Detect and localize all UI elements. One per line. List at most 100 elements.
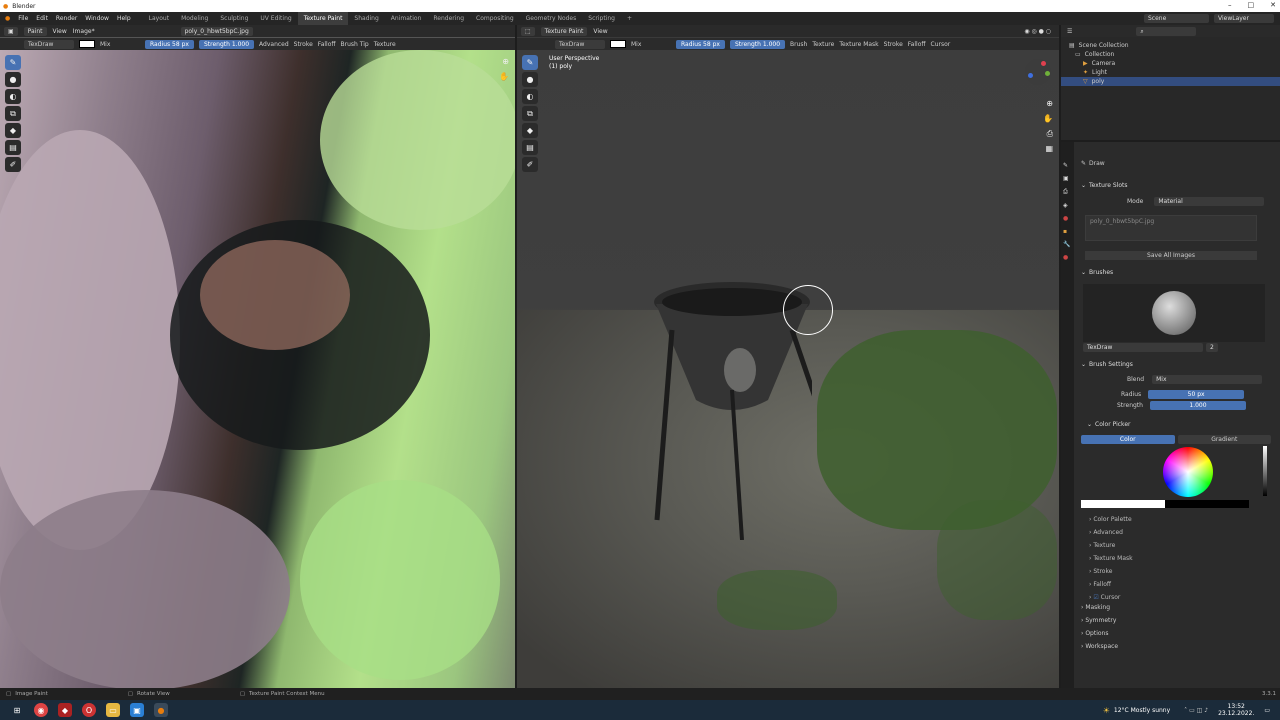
outliner-item-camera[interactable]: ▶ Camera	[1061, 59, 1280, 68]
blender-menu-icon[interactable]: ●	[5, 15, 10, 22]
texture-slot-list[interactable]: poly_0_hbwt5bpC.jpg	[1085, 215, 1257, 241]
material-tab-icon[interactable]: ●	[1063, 254, 1074, 261]
image-name-field[interactable]: poly_0_hbwt5bpC.jpg	[180, 26, 253, 36]
image-mode-dropdown[interactable]: Paint	[23, 26, 47, 36]
soften-tool-icon[interactable]: ●	[5, 72, 21, 87]
blend-dropdown[interactable]: Mix	[1152, 375, 1263, 384]
left-strength-slider[interactable]: Strength 1.000	[198, 39, 255, 49]
value-slider[interactable]	[1263, 446, 1267, 496]
subpanel-texture-mask[interactable]: › Texture Mask	[1089, 555, 1133, 562]
outliner-scene-collection[interactable]: ▤ Scene Collection	[1061, 41, 1280, 50]
subpanel-color-palette[interactable]: › Color Palette	[1089, 516, 1132, 523]
tab-geometry-nodes[interactable]: Geometry Nodes	[520, 12, 583, 25]
tool-tab-icon[interactable]: ✎	[1063, 162, 1074, 169]
brush-users-count[interactable]: 2	[1206, 343, 1218, 352]
app-photos-icon[interactable]: ▣	[130, 703, 144, 717]
editor-type-icon[interactable]: ▣	[4, 26, 18, 36]
right-menu-falloff[interactable]: Falloff	[908, 41, 926, 48]
menu-edit[interactable]: Edit	[36, 15, 48, 22]
viewport-soften-tool-icon[interactable]: ●	[522, 72, 538, 87]
texture-slots-panel[interactable]: ⌄ Texture Slots	[1081, 182, 1128, 189]
right-menu-texture-mask[interactable]: Texture Mask	[839, 41, 878, 48]
panel-symmetry[interactable]: › Symmetry	[1081, 617, 1116, 624]
windows-start-icon[interactable]: ⊞	[10, 703, 24, 717]
tab-rendering[interactable]: Rendering	[427, 12, 470, 25]
current-color-bar[interactable]	[1081, 500, 1249, 508]
chrome-icon[interactable]: ◉	[34, 703, 48, 717]
tab-modeling[interactable]: Modeling	[175, 12, 214, 25]
camera-view-icon[interactable]: ⎙	[1047, 129, 1053, 139]
texture-image-canvas[interactable]	[0, 50, 515, 688]
color-picker-panel[interactable]: ⌄ Color Picker	[1087, 421, 1130, 428]
ortho-toggle-icon[interactable]: ▦	[1045, 144, 1053, 153]
left-menu-stroke[interactable]: Stroke	[294, 41, 313, 48]
left-menu-falloff[interactable]: Falloff	[318, 41, 336, 48]
subpanel-falloff[interactable]: › Falloff	[1089, 581, 1111, 588]
scene-tab-icon[interactable]: ◈	[1063, 202, 1074, 209]
subpanel-advanced[interactable]: › Advanced	[1089, 529, 1123, 536]
viewport-pan-icon[interactable]: ✋	[1043, 114, 1053, 123]
panel-options[interactable]: › Options	[1081, 630, 1108, 637]
right-color-swatch[interactable]	[610, 40, 626, 48]
color-wheel[interactable]	[1163, 447, 1213, 497]
left-radius-slider[interactable]: Radius 58 px	[145, 39, 194, 49]
opera-icon[interactable]: O	[82, 703, 96, 717]
file-explorer-icon[interactable]: ▭	[106, 703, 120, 717]
viewport-mask-tool-icon[interactable]: ▤	[522, 140, 538, 155]
viewport-shading-icons[interactable]: ◉ ◎ ● ○	[1024, 28, 1051, 35]
brushes-panel[interactable]: ⌄ Brushes	[1081, 269, 1113, 276]
menu-help[interactable]: Help	[117, 15, 131, 22]
view-layer-selector[interactable]: ViewLayer	[1214, 14, 1274, 23]
left-blend-dropdown[interactable]: Mix	[100, 41, 140, 48]
outliner-collection[interactable]: ▭ Collection	[1061, 50, 1280, 59]
tab-layout[interactable]: Layout	[143, 12, 175, 25]
fill-tool-icon[interactable]: ◆	[5, 123, 21, 138]
brush-settings-panel[interactable]: ⌄ Brush Settings	[1081, 361, 1133, 368]
viewport-smear-tool-icon[interactable]: ◐	[522, 89, 538, 104]
minimize-icon[interactable]: –	[1228, 1, 1232, 9]
left-menu-advanced[interactable]: Advanced	[259, 41, 289, 48]
cursor-checkbox[interactable]: ☑	[1093, 594, 1098, 601]
viewport-editor-type-icon[interactable]: ⬚	[521, 26, 535, 36]
notification-icon[interactable]: ▭	[1264, 707, 1270, 714]
menu-window[interactable]: Window	[85, 15, 109, 22]
tab-compositing[interactable]: Compositing	[470, 12, 520, 25]
add-workspace-button[interactable]: +	[621, 12, 638, 25]
mask-tool-icon[interactable]: ▤	[5, 140, 21, 155]
close-icon[interactable]: ✕	[1270, 1, 1276, 9]
maximize-icon[interactable]: □	[1248, 1, 1255, 9]
image-menu[interactable]: Image*	[73, 28, 95, 35]
right-menu-cursor[interactable]: Cursor	[931, 41, 951, 48]
radius-slider[interactable]: 50 px	[1148, 390, 1245, 399]
tab-sculpting[interactable]: Sculpting	[214, 12, 254, 25]
viewport-clone-tool-icon[interactable]: ⧉	[522, 106, 538, 121]
right-menu-texture[interactable]: Texture	[812, 41, 834, 48]
right-blend-dropdown[interactable]: Mix	[631, 41, 671, 48]
subpanel-texture[interactable]: › Texture	[1089, 542, 1115, 549]
right-radius-slider[interactable]: Radius 58 px	[676, 39, 725, 49]
left-color-swatch[interactable]	[79, 40, 95, 48]
object-tab-icon[interactable]: ▪	[1063, 228, 1074, 235]
zoom-icon[interactable]: ⊕	[502, 57, 509, 66]
save-all-images-button[interactable]: Save All Images	[1085, 251, 1257, 260]
output-tab-icon[interactable]: ⎙	[1063, 188, 1074, 196]
panel-masking[interactable]: › Masking	[1081, 604, 1110, 611]
clone-tool-icon[interactable]: ⧉	[5, 106, 21, 121]
render-tab-icon[interactable]: ▣	[1063, 175, 1074, 182]
annotate-tool-icon[interactable]: ✐	[5, 157, 21, 172]
subpanel-stroke[interactable]: › Stroke	[1089, 568, 1112, 575]
taskbar-clock[interactable]: 13:52 23.12.2022.	[1218, 703, 1254, 717]
outliner-item-poly[interactable]: ▽ poly	[1061, 77, 1280, 86]
left-brush-selector[interactable]: TexDraw	[24, 39, 74, 49]
scene-selector[interactable]: Scene	[1144, 14, 1209, 23]
subpanel-cursor[interactable]: › ☑ Cursor	[1089, 594, 1120, 601]
world-tab-icon[interactable]: ●	[1063, 215, 1074, 222]
brush-name-field[interactable]: TexDraw	[1083, 343, 1203, 352]
menu-render[interactable]: Render	[56, 15, 77, 22]
tab-scripting[interactable]: Scripting	[582, 12, 621, 25]
mode-dropdown[interactable]: Material	[1154, 197, 1265, 206]
right-menu-stroke[interactable]: Stroke	[884, 41, 903, 48]
right-strength-slider[interactable]: Strength 1.000	[729, 39, 786, 49]
menu-file[interactable]: File	[18, 15, 28, 22]
tab-color[interactable]: Color	[1081, 435, 1175, 444]
